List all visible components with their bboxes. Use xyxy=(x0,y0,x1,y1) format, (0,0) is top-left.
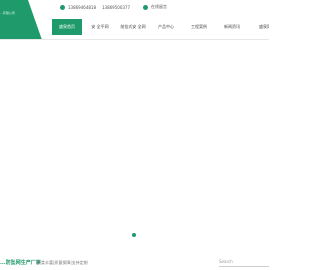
nav-item-cases[interactable]: 工程案例 xyxy=(184,19,214,35)
carousel-dot[interactable] xyxy=(132,233,136,237)
phone-icon xyxy=(60,4,65,10)
nav-item-products[interactable]: 产品中心 xyxy=(151,19,181,35)
online-message-label: 在线留言 xyxy=(151,4,167,9)
online-message-link[interactable]: 在线留言 xyxy=(143,3,167,11)
logo-caption: ...有限公司 xyxy=(0,11,15,15)
main-nav: 盛泉首页 安 全平网 前挂式安 全网 产品中心 工程案例 新闻资讯 盛泉简 xyxy=(52,19,269,35)
phone-contact: 13869464818 13869500377 xyxy=(60,3,136,11)
footer-subtitle: 种类丰富|质量保障|支持定制 xyxy=(37,260,88,265)
nav-item-safety-net[interactable]: 安 全平网 xyxy=(85,19,115,35)
footer-title: ...防坠网生产厂家 xyxy=(0,260,41,266)
page: ...有限公司 13869464818 13869500377 在线留言 盛泉首… xyxy=(0,0,269,270)
phone-number-2: 13869500377 xyxy=(102,4,130,10)
nav-item-news[interactable]: 新闻资讯 xyxy=(217,19,247,35)
search-input[interactable]: Search xyxy=(219,259,233,264)
nav-item-front-net[interactable]: 前挂式安 全网 xyxy=(118,19,148,35)
nav-item-about[interactable]: 盛泉简 xyxy=(250,19,269,35)
nav-item-home[interactable]: 盛泉首页 xyxy=(52,19,82,35)
phone-number-1: 13869464818 xyxy=(68,4,96,10)
message-icon xyxy=(143,4,148,10)
search-underline xyxy=(219,266,269,267)
banner-carousel xyxy=(0,40,269,250)
